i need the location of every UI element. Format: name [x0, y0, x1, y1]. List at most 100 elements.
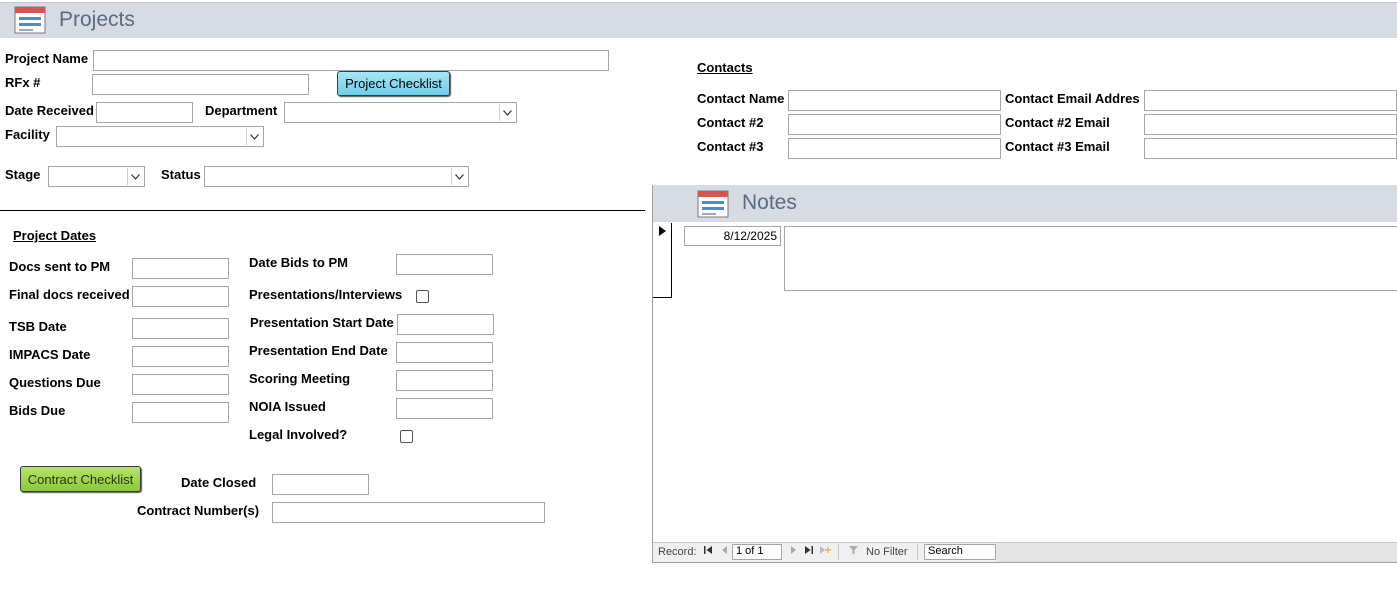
- chevron-down-icon[interactable]: [127, 168, 143, 185]
- chevron-down-icon[interactable]: [451, 168, 467, 185]
- notes-header: Notes: [653, 185, 1397, 222]
- horizontal-scrollbar[interactable]: [996, 543, 1397, 562]
- new-record-button[interactable]: [819, 545, 831, 558]
- department-label: Department: [205, 103, 278, 118]
- questions-due-input[interactable]: [133, 375, 228, 394]
- next-record-button[interactable]: [790, 545, 797, 558]
- presentation-end-field[interactable]: [396, 342, 493, 363]
- bids-due-input[interactable]: [133, 403, 228, 422]
- contact-name-input[interactable]: [789, 91, 1000, 110]
- contact3-field[interactable]: [788, 138, 1001, 159]
- docs-sent-field[interactable]: [132, 258, 229, 279]
- noia-issued-field[interactable]: [396, 398, 493, 419]
- bids-due-label: Bids Due: [9, 403, 66, 418]
- date-received-field[interactable]: [96, 102, 193, 123]
- date-bids-label: Date Bids to PM: [249, 255, 348, 270]
- contacts-heading: Contacts: [697, 60, 753, 75]
- questions-due-label: Questions Due: [9, 375, 101, 390]
- contract-numbers-field[interactable]: [272, 502, 545, 523]
- date-closed-input[interactable]: [273, 475, 368, 494]
- presentation-start-input[interactable]: [398, 315, 493, 334]
- contract-checklist-button[interactable]: Contract Checklist: [20, 466, 141, 492]
- contact3-email-field[interactable]: [1144, 138, 1397, 159]
- stage-label: Stage: [5, 167, 41, 182]
- contact2-label: Contact #2: [697, 115, 764, 130]
- contact-email-input[interactable]: [1145, 91, 1396, 110]
- contact3-input[interactable]: [789, 139, 1000, 158]
- docs-sent-label: Docs sent to PM: [9, 259, 111, 274]
- contact3-email-input[interactable]: [1145, 139, 1396, 158]
- form-icon: [14, 6, 46, 34]
- contact2-email-input[interactable]: [1145, 115, 1396, 134]
- date-received-input[interactable]: [97, 103, 192, 122]
- contact2-email-field[interactable]: [1144, 114, 1397, 135]
- presentation-end-input[interactable]: [397, 343, 492, 362]
- scoring-meeting-field[interactable]: [396, 370, 493, 391]
- search-box[interactable]: Search: [924, 544, 996, 560]
- date-received-label: Date Received: [5, 103, 94, 118]
- chevron-down-icon[interactable]: [499, 104, 515, 121]
- note-text-input[interactable]: [785, 227, 1397, 290]
- form-header: Projects: [0, 3, 1397, 38]
- notes-subform: Notes 8/12/2025 Record: 1 of 1 No Filter: [652, 185, 1397, 563]
- contact-email-field[interactable]: [1144, 90, 1397, 111]
- status-label: Status: [161, 167, 201, 182]
- project-checklist-button[interactable]: Project Checklist: [337, 71, 450, 96]
- record-navigation-bar: Record: 1 of 1 No Filter Search: [653, 542, 1397, 562]
- final-docs-label: Final docs received: [9, 287, 130, 302]
- record-selector[interactable]: [653, 223, 672, 298]
- impacs-date-field[interactable]: [132, 346, 229, 367]
- record-position-input[interactable]: 1 of 1: [732, 544, 782, 560]
- status-dropdown[interactable]: [204, 166, 469, 187]
- department-dropdown[interactable]: [284, 102, 517, 123]
- form-title: Projects: [59, 8, 135, 31]
- scoring-meeting-label: Scoring Meeting: [249, 371, 351, 386]
- scoring-meeting-input[interactable]: [397, 371, 492, 390]
- date-bids-field[interactable]: [396, 254, 493, 275]
- impacs-date-input[interactable]: [133, 347, 228, 366]
- presentation-start-field[interactable]: [397, 314, 494, 335]
- date-closed-field[interactable]: [272, 474, 369, 495]
- bids-due-field[interactable]: [132, 402, 229, 423]
- filter-icon: [849, 545, 858, 558]
- legal-involved-label: Legal Involved?: [249, 427, 348, 442]
- tsb-date-input[interactable]: [133, 319, 228, 338]
- project-name-label: Project Name: [5, 51, 89, 66]
- last-record-button[interactable]: [804, 545, 813, 558]
- contract-numbers-input[interactable]: [273, 503, 544, 522]
- section-divider: [0, 210, 645, 211]
- contact-name-label: Contact Name: [697, 91, 785, 106]
- current-record-arrow-icon: [659, 226, 666, 236]
- final-docs-field[interactable]: [132, 286, 229, 307]
- questions-due-field[interactable]: [132, 374, 229, 395]
- contact2-input[interactable]: [789, 115, 1000, 134]
- filter-status[interactable]: No Filter: [866, 546, 908, 558]
- docs-sent-input[interactable]: [133, 259, 228, 278]
- rfx-field[interactable]: [92, 74, 309, 95]
- contact3-label: Contact #3: [697, 139, 764, 154]
- note-text-field[interactable]: [784, 226, 1397, 291]
- noia-issued-input[interactable]: [397, 399, 492, 418]
- final-docs-input[interactable]: [133, 287, 228, 306]
- chevron-down-icon[interactable]: [246, 128, 262, 145]
- previous-record-button[interactable]: [721, 545, 728, 558]
- project-name-field[interactable]: [93, 50, 609, 71]
- presentations-label: Presentations/Interviews: [249, 287, 403, 302]
- date-bids-input[interactable]: [397, 255, 492, 274]
- facility-dropdown[interactable]: [56, 126, 264, 147]
- tsb-date-field[interactable]: [132, 318, 229, 339]
- date-closed-label: Date Closed: [181, 475, 257, 490]
- contact-email-label: Contact Email Addres:: [1005, 91, 1139, 106]
- contract-numbers-label: Contract Number(s): [137, 503, 260, 518]
- contact2-field[interactable]: [788, 114, 1001, 135]
- record-label: Record:: [658, 546, 697, 558]
- first-record-button[interactable]: [704, 545, 713, 558]
- contact-name-field[interactable]: [788, 90, 1001, 111]
- stage-dropdown[interactable]: [48, 166, 145, 187]
- tsb-date-label: TSB Date: [9, 319, 67, 334]
- project-name-input[interactable]: [94, 51, 608, 70]
- presentations-checkbox[interactable]: [416, 290, 429, 303]
- legal-involved-checkbox[interactable]: [400, 430, 413, 443]
- note-date-field[interactable]: 8/12/2025: [684, 226, 781, 246]
- rfx-input[interactable]: [93, 75, 308, 94]
